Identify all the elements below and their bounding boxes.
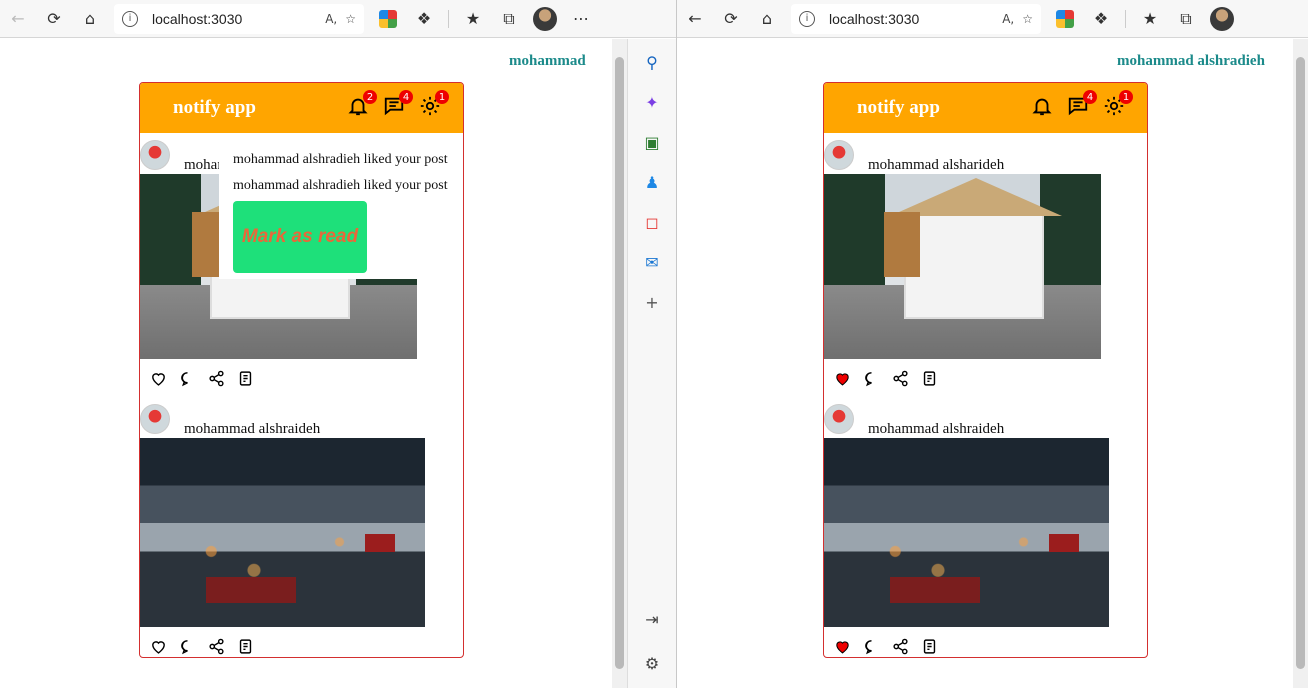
profile-avatar[interactable] <box>527 4 563 34</box>
notification-badge: 2 <box>363 90 377 104</box>
messages-badge: 4 <box>399 90 413 104</box>
add-icon[interactable]: + <box>641 291 663 313</box>
app-title: notify app <box>857 97 940 118</box>
share-icon[interactable] <box>891 369 909 387</box>
author-avatar[interactable] <box>824 140 854 170</box>
info-icon[interactable]: i <box>122 10 138 27</box>
extensions-icon[interactable]: ❖ <box>406 4 442 34</box>
comment-icon[interactable] <box>862 369 880 387</box>
like-outline-icon[interactable] <box>149 369 167 387</box>
sidebar-settings-icon[interactable]: ⚙ <box>641 652 663 674</box>
favorites-icon[interactable]: ★ <box>1132 4 1168 34</box>
hide-sidebar-icon[interactable]: ⇥ <box>641 608 663 630</box>
info-card-icon[interactable] <box>920 369 938 387</box>
post-author[interactable]: mohammad alshraideh <box>184 421 320 438</box>
outlook-icon[interactable]: ✉ <box>641 251 663 273</box>
browser-toolbar: ← ⟳ ⌂ i localhost:3030 A, ☆ ❖ ★ ⧉ ⋯ <box>0 0 676 38</box>
app-header: notify app 4 1 <box>824 83 1147 133</box>
browser-toolbar: ← ⟳ ⌂ i localhost:3030 A, ☆ ❖ ★ ⧉ <box>677 0 1308 38</box>
post-card: mohammad alshraideh <box>140 397 463 657</box>
info-card-icon[interactable] <box>236 369 254 387</box>
info-card-icon[interactable] <box>920 637 938 655</box>
copilot-sparkle-icon[interactable]: ✦ <box>641 91 663 113</box>
notifications-bell-icon[interactable]: 2 <box>347 90 377 117</box>
comment-icon[interactable] <box>178 637 196 655</box>
post-card: mohammad alshraideh <box>824 397 1147 657</box>
office-icon[interactable]: ◻ <box>641 211 663 233</box>
url-text: localhost:3030 <box>829 10 920 27</box>
search-icon[interactable]: ⚲ <box>641 51 663 73</box>
info-icon[interactable]: i <box>799 10 815 27</box>
settings-gear-icon[interactable]: 1 <box>1103 90 1133 117</box>
post-image-house <box>824 174 1101 359</box>
settings-gear-icon[interactable]: 1 <box>419 90 449 117</box>
url-text: localhost:3030 <box>152 10 243 27</box>
page-scrollbar[interactable] <box>612 39 627 688</box>
notifications-bell-icon[interactable] <box>1031 95 1053 117</box>
extension-colorful-icon[interactable] <box>1047 4 1083 34</box>
share-icon[interactable] <box>207 369 225 387</box>
notify-app-card: notify app 4 1 mohammad alsharideh moham… <box>823 82 1148 658</box>
notifications-dropdown: mohammad alshradieh liked your post moha… <box>219 142 463 279</box>
notification-item[interactable]: mohammad alshradieh liked your post <box>233 173 449 199</box>
read-aloud-icon[interactable]: A, <box>1002 12 1014 26</box>
toolbar-separator <box>1125 9 1126 28</box>
refresh-icon[interactable]: ⟳ <box>713 4 749 34</box>
messages-icon[interactable]: 4 <box>1067 90 1097 117</box>
notify-app-card: notify app 2 4 1 mohammad alshraideh moh… <box>139 82 464 658</box>
collections-icon[interactable]: ⧉ <box>1168 4 1204 34</box>
like-filled-heart-icon[interactable] <box>833 637 851 655</box>
author-avatar[interactable] <box>140 140 170 170</box>
read-aloud-icon[interactable]: A, <box>325 12 337 26</box>
notification-item[interactable]: mohammad alshradieh liked your post <box>233 147 449 173</box>
share-icon[interactable] <box>207 637 225 655</box>
more-icon[interactable]: ⋯ <box>563 4 599 34</box>
address-bar[interactable]: i localhost:3030 A, ☆ <box>791 3 1041 34</box>
like-filled-heart-icon[interactable] <box>833 369 851 387</box>
extensions-icon[interactable]: ❖ <box>1083 4 1119 34</box>
home-icon[interactable]: ⌂ <box>72 4 108 34</box>
post-author[interactable]: mohammad alsharideh <box>868 157 1004 174</box>
refresh-icon[interactable]: ⟳ <box>36 4 72 34</box>
post-image-village <box>140 438 425 627</box>
like-outline-icon[interactable] <box>149 637 167 655</box>
profile-avatar[interactable] <box>1204 4 1240 34</box>
mark-as-read-button[interactable]: Mark as read <box>233 201 367 273</box>
extension-colorful-icon[interactable] <box>370 4 406 34</box>
app-title: notify app <box>173 97 256 118</box>
post-image-village <box>824 438 1109 627</box>
comment-icon[interactable] <box>862 637 880 655</box>
page-scrollbar[interactable] <box>1293 39 1308 688</box>
back-icon[interactable]: ← <box>677 4 713 34</box>
info-card-icon[interactable] <box>236 637 254 655</box>
post-card: mohammad alsharideh <box>824 133 1147 397</box>
favorites-icon[interactable]: ★ <box>455 4 491 34</box>
page-content: mohammad notify app 2 4 1 mohammad alshr… <box>0 39 676 688</box>
toolbar-separator <box>448 9 449 28</box>
app-header: notify app 2 4 1 <box>140 83 463 133</box>
comment-icon[interactable] <box>178 369 196 387</box>
share-icon[interactable] <box>891 637 909 655</box>
home-icon[interactable]: ⌂ <box>749 4 785 34</box>
current-username: mohammad alshradieh <box>1117 53 1265 69</box>
settings-badge: 1 <box>435 90 449 104</box>
messages-icon[interactable]: 4 <box>383 90 413 117</box>
page-content: mohammad alshradieh notify app 4 1 moham… <box>677 39 1308 688</box>
add-favorite-icon[interactable]: ☆ <box>345 12 356 26</box>
post-author[interactable]: mohammad alshraideh <box>868 421 1004 438</box>
messages-badge: 4 <box>1083 90 1097 104</box>
add-favorite-icon[interactable]: ☆ <box>1022 12 1033 26</box>
browser-window-left: ← ⟳ ⌂ i localhost:3030 A, ☆ ❖ ★ ⧉ ⋯ moha… <box>0 0 676 688</box>
shopping-icon[interactable]: ▣ <box>641 131 663 153</box>
author-avatar[interactable] <box>140 404 170 434</box>
author-avatar[interactable] <box>824 404 854 434</box>
back-icon[interactable]: ← <box>0 4 36 34</box>
address-bar[interactable]: i localhost:3030 A, ☆ <box>114 3 364 34</box>
settings-badge: 1 <box>1119 90 1133 104</box>
browser-window-right: ← ⟳ ⌂ i localhost:3030 A, ☆ ❖ ★ ⧉ mohamm… <box>676 0 1308 688</box>
games-icon[interactable]: ♟ <box>641 171 663 193</box>
collections-icon[interactable]: ⧉ <box>491 4 527 34</box>
edge-sidebar: ⚲ ✦ ▣ ♟ ◻ ✉ + ⇥ ⚙ <box>627 39 676 688</box>
current-username: mohammad <box>509 53 586 69</box>
